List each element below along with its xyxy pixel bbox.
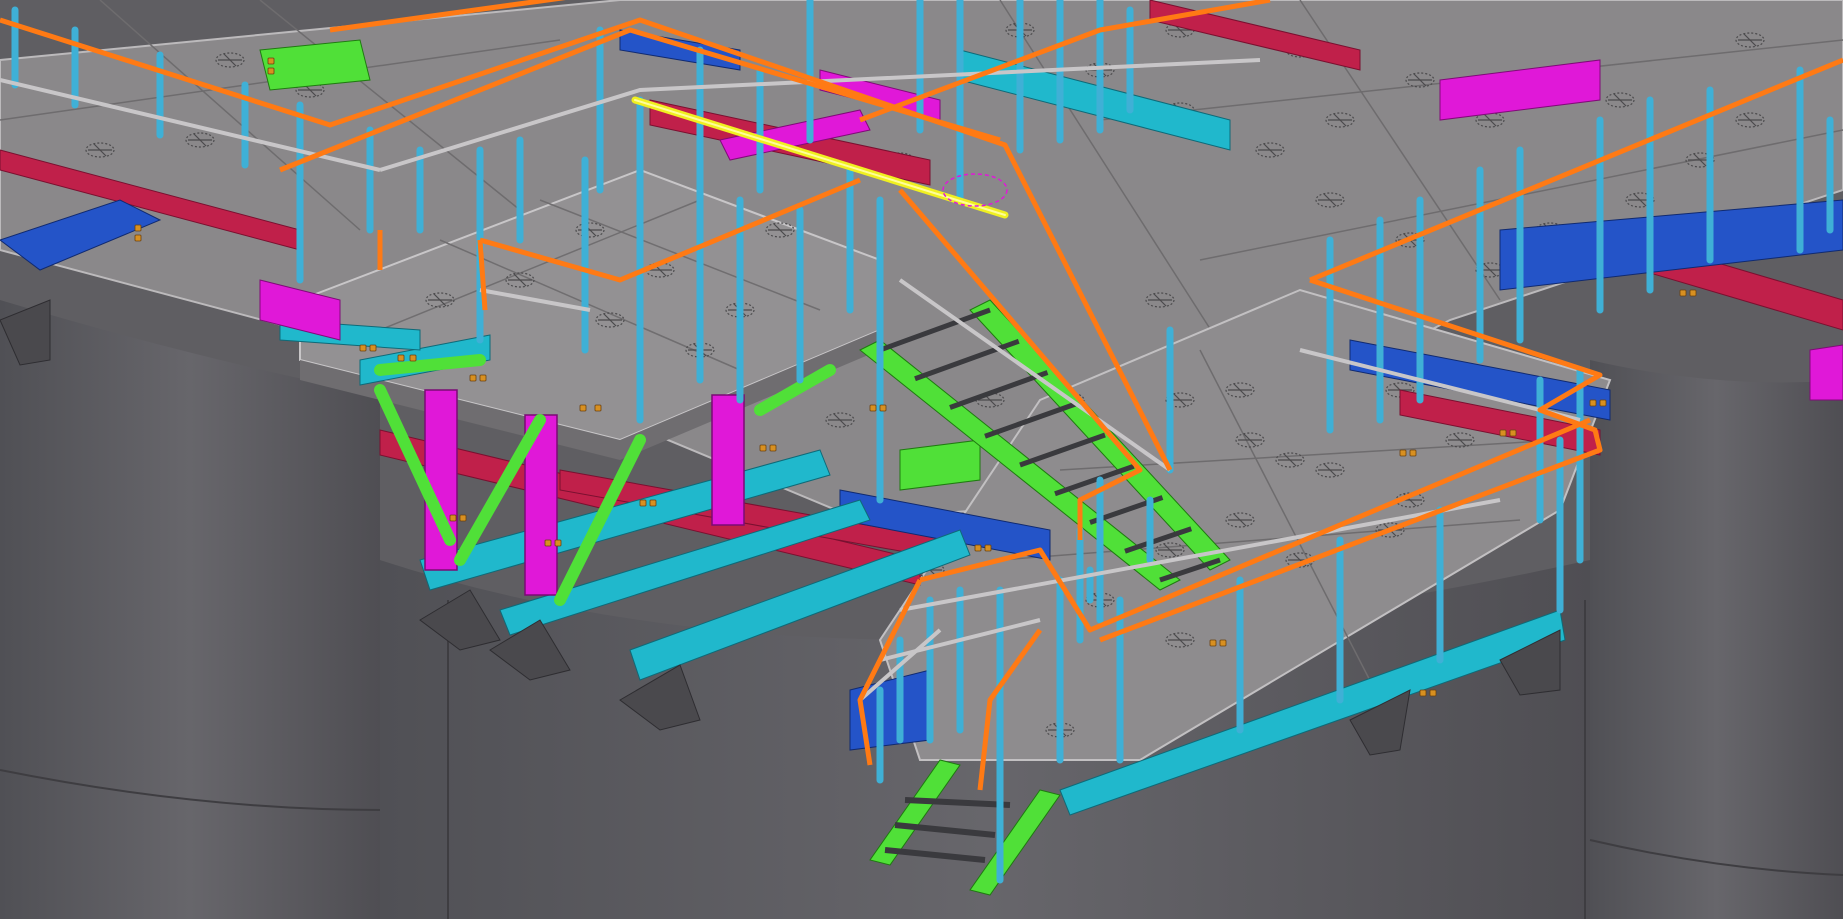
model-viewport[interactable]: [0, 0, 1843, 919]
tank-right[interactable]: [1589, 360, 1843, 919]
tank-left[interactable]: [0, 300, 381, 919]
model-canvas[interactable]: [0, 0, 1843, 919]
